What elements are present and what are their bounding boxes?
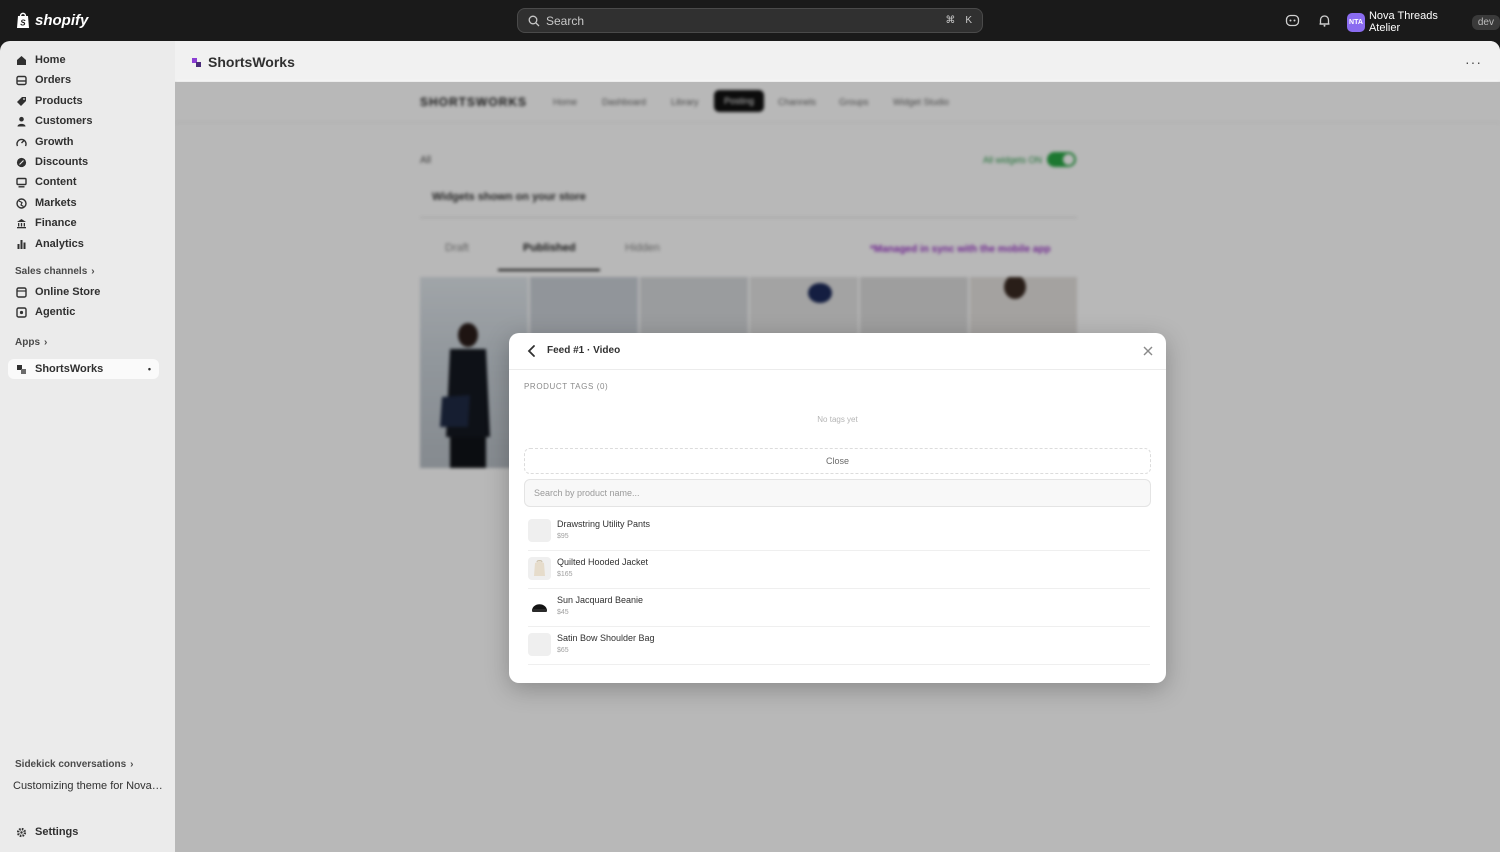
sidebar-item-content[interactable]: Content [8,172,159,192]
back-arrow-icon[interactable] [525,344,539,358]
product-list-item[interactable]: Drawstring Utility Pants $95 [528,513,1150,551]
shopify-logo[interactable]: S shopify [15,11,88,29]
bell-icon[interactable] [1317,13,1332,28]
modal-title: Feed #1 · Video [547,345,621,356]
product-name: Quilted Hooded Jacket [557,557,649,567]
globe-icon [16,197,27,209]
product-name: Sun Jacquard Beanie [557,595,644,605]
search-icon [528,15,540,26]
app-iframe: SHORTSWORKS Home Dashboard Library Posti… [175,82,1500,852]
product-tags-label: PRODUCT TAGS (0) [524,382,609,391]
app-title: ShortsWorks [191,54,295,70]
gear-icon [16,827,27,837]
product-thumbnail [528,633,551,656]
shortsworks-icon [192,57,201,67]
shortsworks-icon [17,364,26,374]
apps-header[interactable]: Apps › [15,337,47,348]
close-icon[interactable] [1142,345,1154,357]
sales-channels-header[interactable]: Sales channels › [15,266,95,277]
product-list-item[interactable]: Sun Jacquard Beanie $45 [528,589,1150,627]
sidebar-item-home[interactable]: Home [8,50,159,70]
product-tags-modal: Feed #1 · Video PRODUCT TAGS (0) No tags… [509,333,1166,683]
sidebar-item-analytics[interactable]: Analytics [8,234,159,254]
sidebar: Home Orders Products Customers Growth Di… [0,41,175,852]
product-list-item[interactable]: Quilted Hooded Jacket $165 [528,551,1150,589]
store-icon [16,286,27,298]
product-price: $95 [557,533,569,540]
avatar: NTA [1347,12,1365,32]
sidebar-item-agentic[interactable]: Agentic [8,302,159,322]
main-area: ShortsWorks ··· SHORTSWORKS Home Dashboa… [175,41,1500,852]
sidekick-conversations-header[interactable]: Sidekick conversations › [15,759,134,770]
sidekick-icon[interactable] [1285,13,1300,28]
sidebar-item-shortsworks[interactable]: ShortsWorks • [8,359,159,379]
sidekick-conversation-item[interactable]: Customizing theme for Nova Threads Ateli… [13,780,163,792]
env-badge: dev [1471,14,1500,30]
sidebar-item-markets[interactable]: Markets [8,193,159,213]
app-header: ShortsWorks ··· [175,41,1500,82]
chevron-right-icon: › [130,759,134,770]
sidebar-item-products[interactable]: Products [8,91,159,111]
product-price: $45 [557,609,569,616]
chevron-right-icon: › [91,266,95,277]
product-thumbnail [528,519,551,542]
modal-header: Feed #1 · Video [509,333,1166,370]
chevron-right-icon: › [44,337,48,348]
jacket-image [534,560,545,576]
shopify-wordmark: shopify [35,11,89,29]
home-icon [17,55,26,65]
sidebar-item-growth[interactable]: Growth [8,132,159,152]
empty-tags-text: No tags yet [817,415,858,424]
store-name: Nova Threads Atelier [1368,10,1438,34]
product-list-item[interactable]: Satin Bow Shoulder Bag $65 [528,627,1150,665]
close-button[interactable]: Close [524,448,1151,474]
orders-icon [16,75,27,85]
top-bar: S shopify Search ⌘ K NTA Nova Threads At… [0,0,1500,41]
pin-dot-icon[interactable]: • [148,364,151,374]
account-menu[interactable]: NTA Nova Threads Atelier dev [1347,10,1500,34]
discount-icon [16,157,27,167]
person-icon [17,116,26,126]
sidebar-item-orders[interactable]: Orders [8,70,159,90]
search-shortcut: ⌘ K [945,15,972,26]
bank-icon [17,218,26,228]
sidebar-item-online-store[interactable]: Online Store [8,282,159,302]
product-name: Drawstring Utility Pants [557,519,651,529]
search-placeholder: Search [546,13,585,28]
product-thumbnail [528,557,551,580]
sidebar-item-discounts[interactable]: Discounts [8,152,159,172]
product-name: Satin Bow Shoulder Bag [557,633,655,643]
product-thumbnail [528,595,551,618]
global-search[interactable]: Search ⌘ K [517,8,983,33]
sidebar-item-finance[interactable]: Finance [8,213,159,233]
product-price: $65 [557,647,569,654]
shopify-bag-icon: S [17,12,29,28]
sidebar-item-settings[interactable]: Settings [8,822,159,842]
agentic-icon [16,306,27,318]
more-actions-button[interactable]: ··· [1465,54,1482,70]
sidebar-item-customers[interactable]: Customers [8,111,159,131]
bar-chart-icon [17,239,26,249]
growth-icon [16,138,27,146]
product-search-input[interactable] [524,479,1151,507]
beanie-image [532,604,547,612]
content-icon [16,177,27,188]
tag-icon [17,96,26,106]
svg-text:S: S [20,19,26,28]
product-price: $165 [557,571,573,578]
